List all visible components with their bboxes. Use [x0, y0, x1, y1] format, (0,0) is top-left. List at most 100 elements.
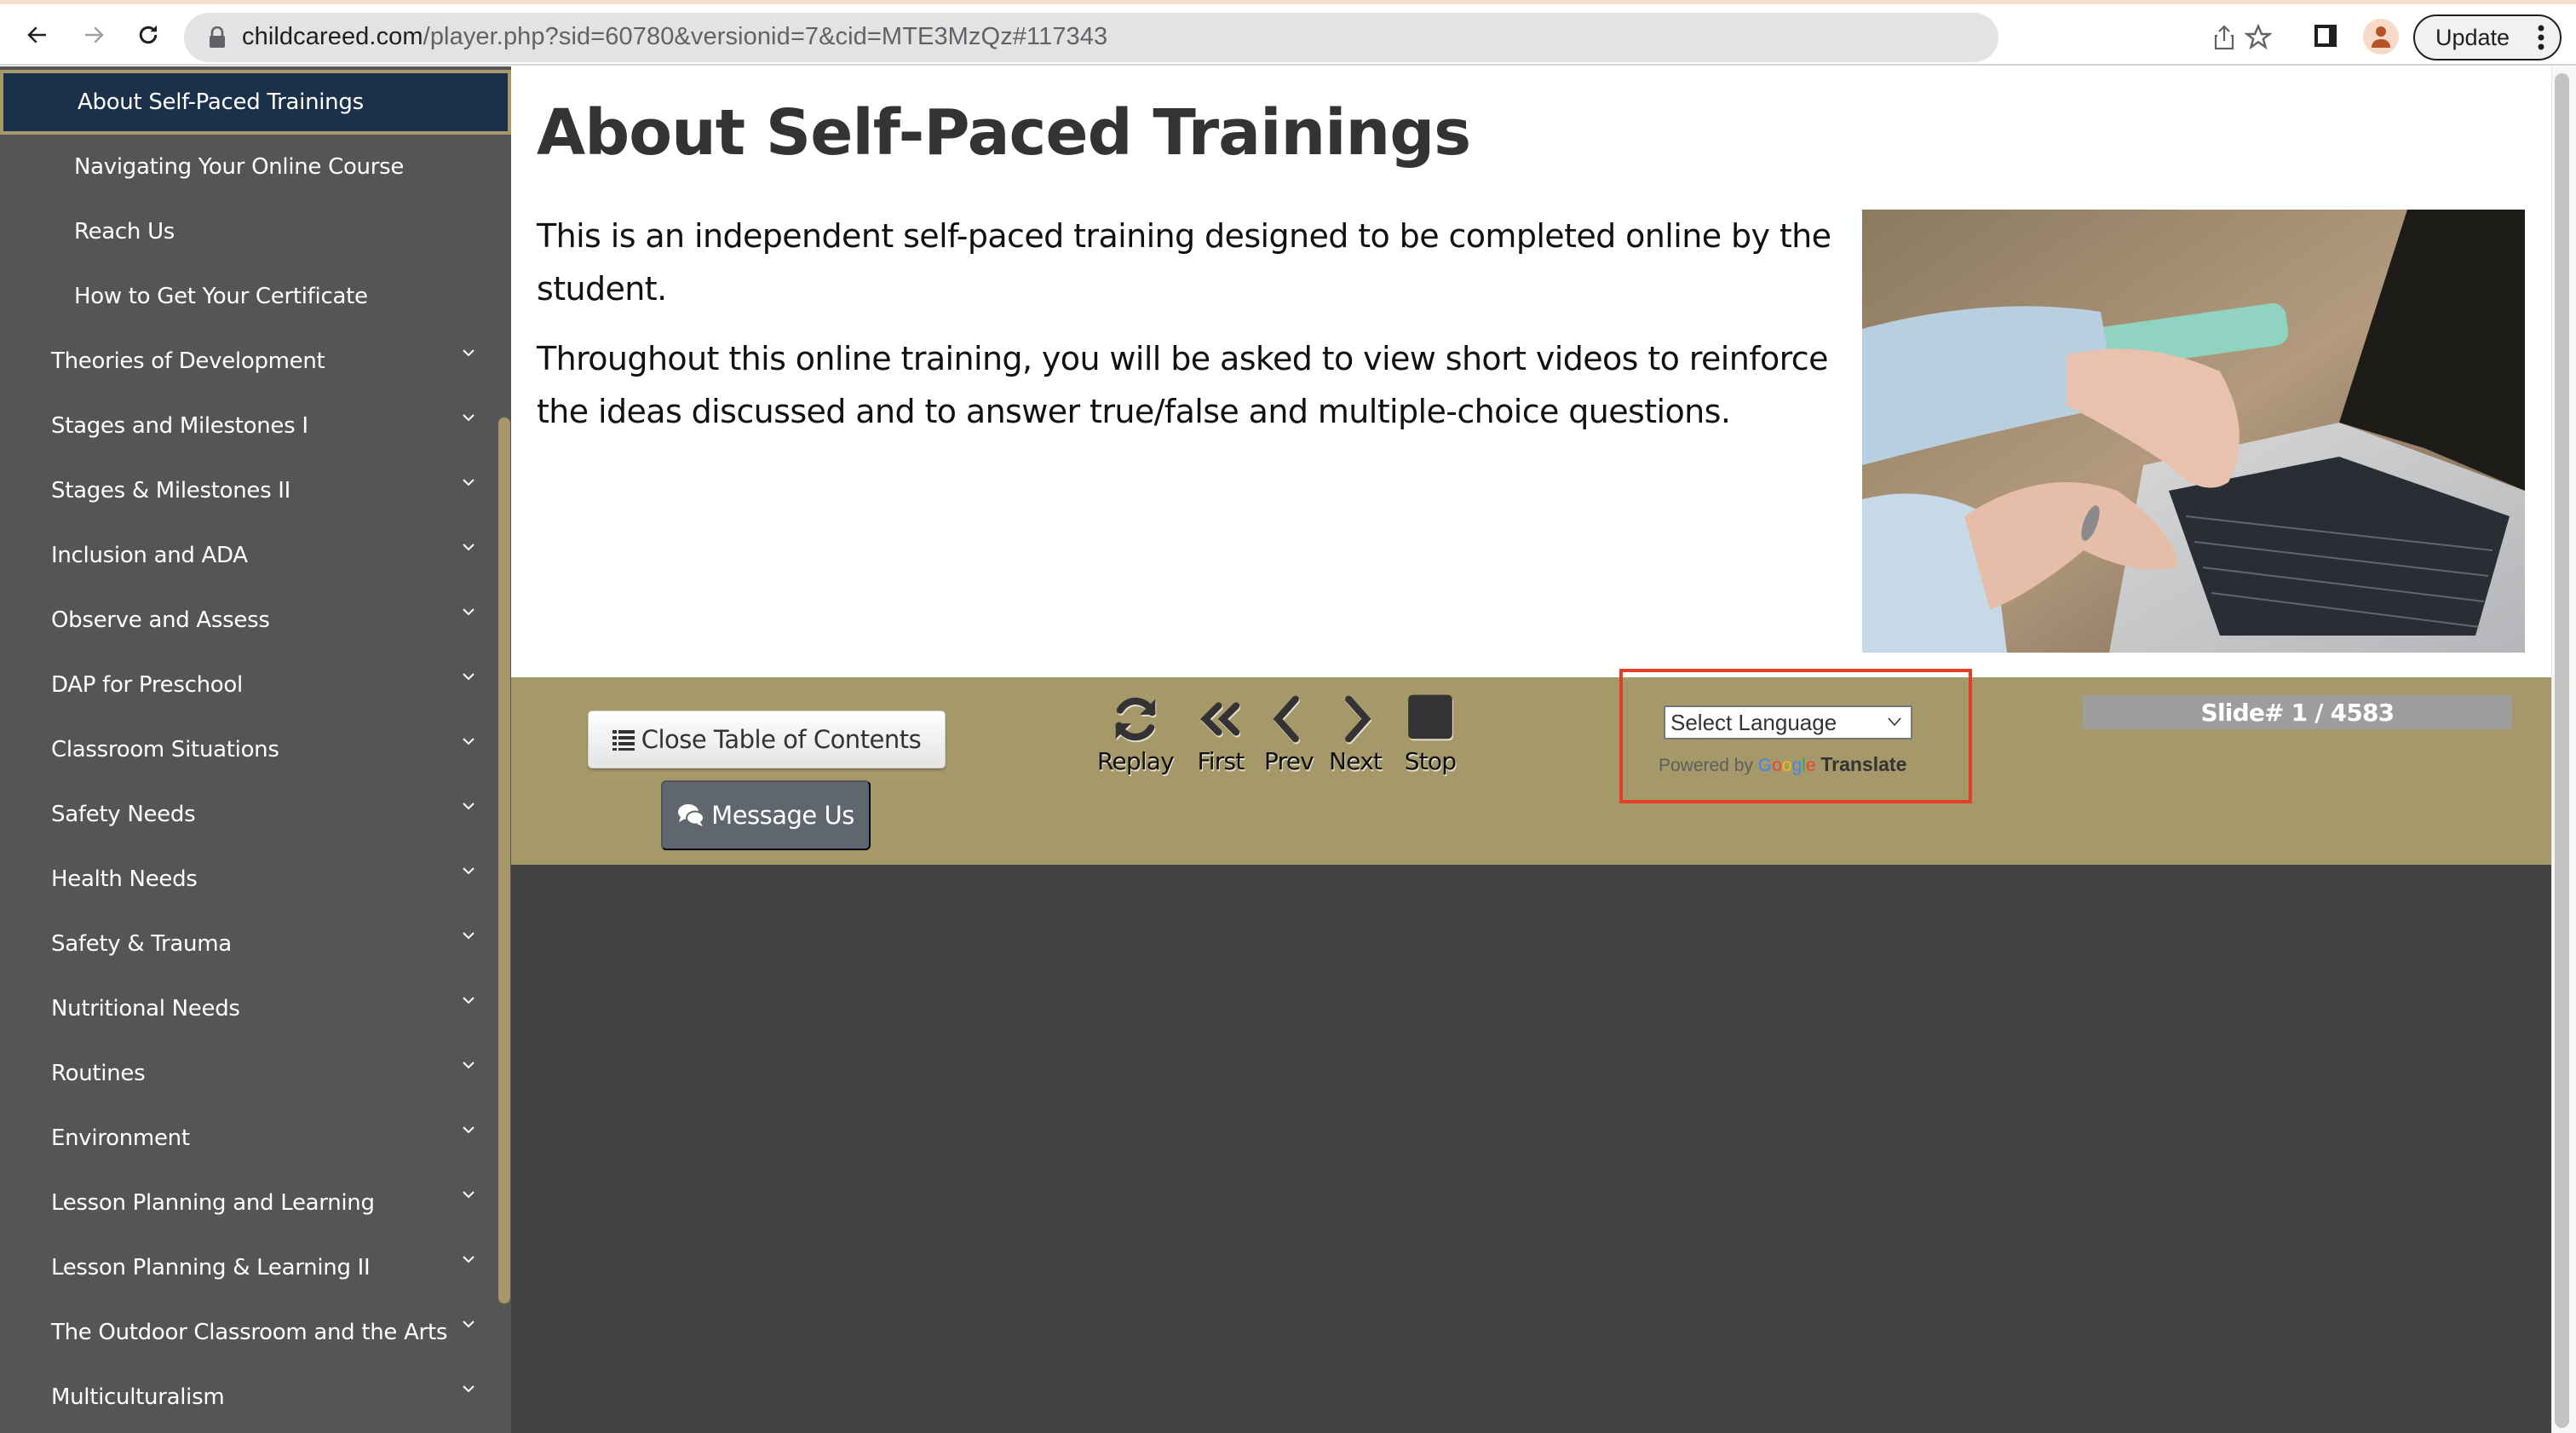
close-toc-label: Close Table of Contents [641, 725, 922, 754]
bookmark-button[interactable] [2244, 23, 2273, 52]
replay-button[interactable]: Replay [1097, 693, 1175, 775]
chevron-down-icon[interactable] [462, 1319, 475, 1329]
instructions-paragraph: Throughout this online training, you wil… [537, 340, 1828, 430]
arrow-right-icon [85, 26, 104, 43]
chevron-down-icon[interactable] [462, 1254, 475, 1264]
stop-button[interactable]: Stop [1404, 693, 1457, 775]
sidebar-item[interactable]: Reach Us [0, 199, 511, 264]
kebab-menu-icon[interactable] [2538, 25, 2544, 50]
first-button[interactable]: First [1194, 693, 1247, 775]
chevron-down-icon[interactable] [462, 412, 475, 423]
chevron-down-icon[interactable] [462, 1060, 475, 1070]
sidebar-item-label: Inclusion and ADA [51, 543, 248, 568]
sidebar-scrollbar-thumb[interactable] [498, 417, 510, 1304]
sidebar-item[interactable]: DAP for Preschool [0, 653, 511, 717]
back-button[interactable] [19, 16, 56, 54]
sidebar-item-label: Theories of Development [51, 348, 325, 374]
chevron-right-icon [1345, 695, 1371, 743]
chevron-down-icon[interactable] [462, 736, 475, 746]
chevron-down-icon[interactable] [462, 1125, 475, 1135]
next-label: Next [1329, 747, 1383, 775]
sidebar-item[interactable]: Routines [0, 1041, 511, 1106]
sidebar-item[interactable]: Theories of Development [0, 329, 511, 394]
close-table-of-contents-button[interactable]: Close Table of Contents [588, 711, 946, 768]
sidebar-item[interactable]: Stages and Milestones I [0, 394, 511, 458]
lock-icon [210, 26, 225, 48]
message-us-label: Message Us [711, 801, 854, 830]
sidebar-item[interactable]: The Outdoor Classroom and the Arts [0, 1300, 511, 1365]
address-bar[interactable]: childcareed.com/player.php?sid=60780&ver… [184, 13, 2234, 62]
sidebar-item[interactable]: Observe and Assess [0, 588, 511, 653]
side-panel-icon[interactable] [2313, 23, 2338, 49]
forward-button[interactable] [75, 16, 112, 54]
google-letter: g [1791, 756, 1803, 775]
first-label: First [1197, 747, 1245, 775]
sidebar-item[interactable]: Inclusion and ADA [0, 523, 511, 588]
message-us-button[interactable]: Message Us [661, 780, 871, 850]
intro-paragraph: This is an independent self-paced traini… [537, 217, 1831, 308]
chevron-down-icon[interactable] [462, 801, 475, 811]
sidebar-item-label: Reach Us [74, 219, 175, 245]
sidebar-item[interactable]: Multiculturalism [0, 1365, 511, 1430]
chevron-down-icon[interactable] [462, 930, 475, 941]
update-button[interactable]: Update [2413, 14, 2562, 60]
powered-by-label: Powered by [1659, 756, 1753, 775]
sidebar-item[interactable]: Lesson Planning and Learning [0, 1171, 511, 1235]
google-logo[interactable]: Google [1758, 756, 1816, 775]
sidebar-item[interactable]: Lesson Planning & Learning II [0, 1235, 511, 1300]
chat-bubbles-icon [678, 804, 705, 826]
chevron-down-icon[interactable] [462, 866, 475, 876]
sidebar-item-label: Classroom Situations [51, 737, 279, 763]
chevron-down-icon[interactable] [462, 477, 475, 487]
chevron-down-icon[interactable] [462, 671, 475, 682]
page-scrollbar-thumb[interactable] [2555, 73, 2569, 1428]
language-select-value: Select Language [1670, 709, 1837, 735]
google-letter: o [1772, 756, 1782, 775]
sidebar-item[interactable]: Stages & Milestones II [0, 458, 511, 523]
sidebar-item[interactable]: Nutritional Needs [0, 976, 511, 1041]
arrow-left-icon [27, 26, 46, 43]
sidebar-item-label: Observe and Assess [51, 607, 270, 633]
laptop-typing-photo [1862, 210, 2525, 653]
stage-area [511, 865, 2551, 1433]
sidebar-item-label: Lesson Planning and Learning [51, 1190, 375, 1216]
google-letter: o [1781, 756, 1792, 775]
sidebar-item[interactable]: Classroom Situations [0, 717, 511, 782]
list-icon [612, 730, 635, 751]
sidebar-item-label: Safety Needs [51, 802, 196, 827]
sidebar-item-label: Safety & Trauma [51, 931, 232, 957]
translate-label: Translate [1820, 753, 1907, 775]
reload-button[interactable] [129, 16, 167, 54]
sidebar-item[interactable]: Safety & Trauma [0, 912, 511, 976]
next-button[interactable]: Next [1329, 693, 1383, 775]
chevron-down-icon[interactable] [462, 542, 475, 552]
sidebar-item[interactable]: Safety Needs [0, 782, 511, 847]
sidebar-item[interactable]: About Self-Paced Trainings [0, 70, 511, 135]
language-select[interactable]: Select Language [1664, 705, 1912, 740]
sidebar-item-label: Nutritional Needs [51, 996, 240, 1022]
profile-avatar-icon [2372, 26, 2390, 48]
chevron-down-icon[interactable] [462, 348, 475, 358]
chevron-down-icon[interactable] [462, 607, 475, 617]
sidebar-item-label: Lesson Planning & Learning II [51, 1255, 371, 1280]
double-chevron-left-icon [1200, 702, 1240, 736]
chevron-down-icon[interactable] [462, 1189, 475, 1200]
sidebar-item-label: Stages & Milestones II [51, 478, 291, 504]
replay-icon [1115, 697, 1156, 741]
chevron-down-icon[interactable] [462, 1384, 475, 1394]
prev-button[interactable]: Prev [1262, 693, 1315, 775]
sidebar-item-label: DAP for Preschool [51, 672, 243, 698]
chevron-down-icon[interactable] [462, 995, 475, 1005]
google-translate-widget: Select Language Powered by Google Transl… [1619, 669, 1972, 803]
url-text[interactable]: childcareed.com/player.php?sid=60780&ver… [242, 23, 1107, 51]
stop-icon [1408, 694, 1452, 740]
sidebar-item[interactable]: Environment [0, 1106, 511, 1171]
slide-content: About Self-Paced Trainings This is an in… [511, 66, 2551, 677]
profile-avatar[interactable] [2363, 19, 2399, 55]
sidebar-item[interactable]: Navigating Your Online Course [0, 135, 511, 199]
table-of-contents-sidebar: About Self-Paced Trainings Navigating You… [0, 66, 511, 1433]
sidebar-item[interactable]: How to Get Your Certificate [0, 264, 511, 329]
share-button[interactable] [2210, 23, 2239, 52]
sidebar-item[interactable]: Health Needs [0, 847, 511, 912]
slide-counter: Slide# 1 / 4583 [2083, 695, 2512, 729]
